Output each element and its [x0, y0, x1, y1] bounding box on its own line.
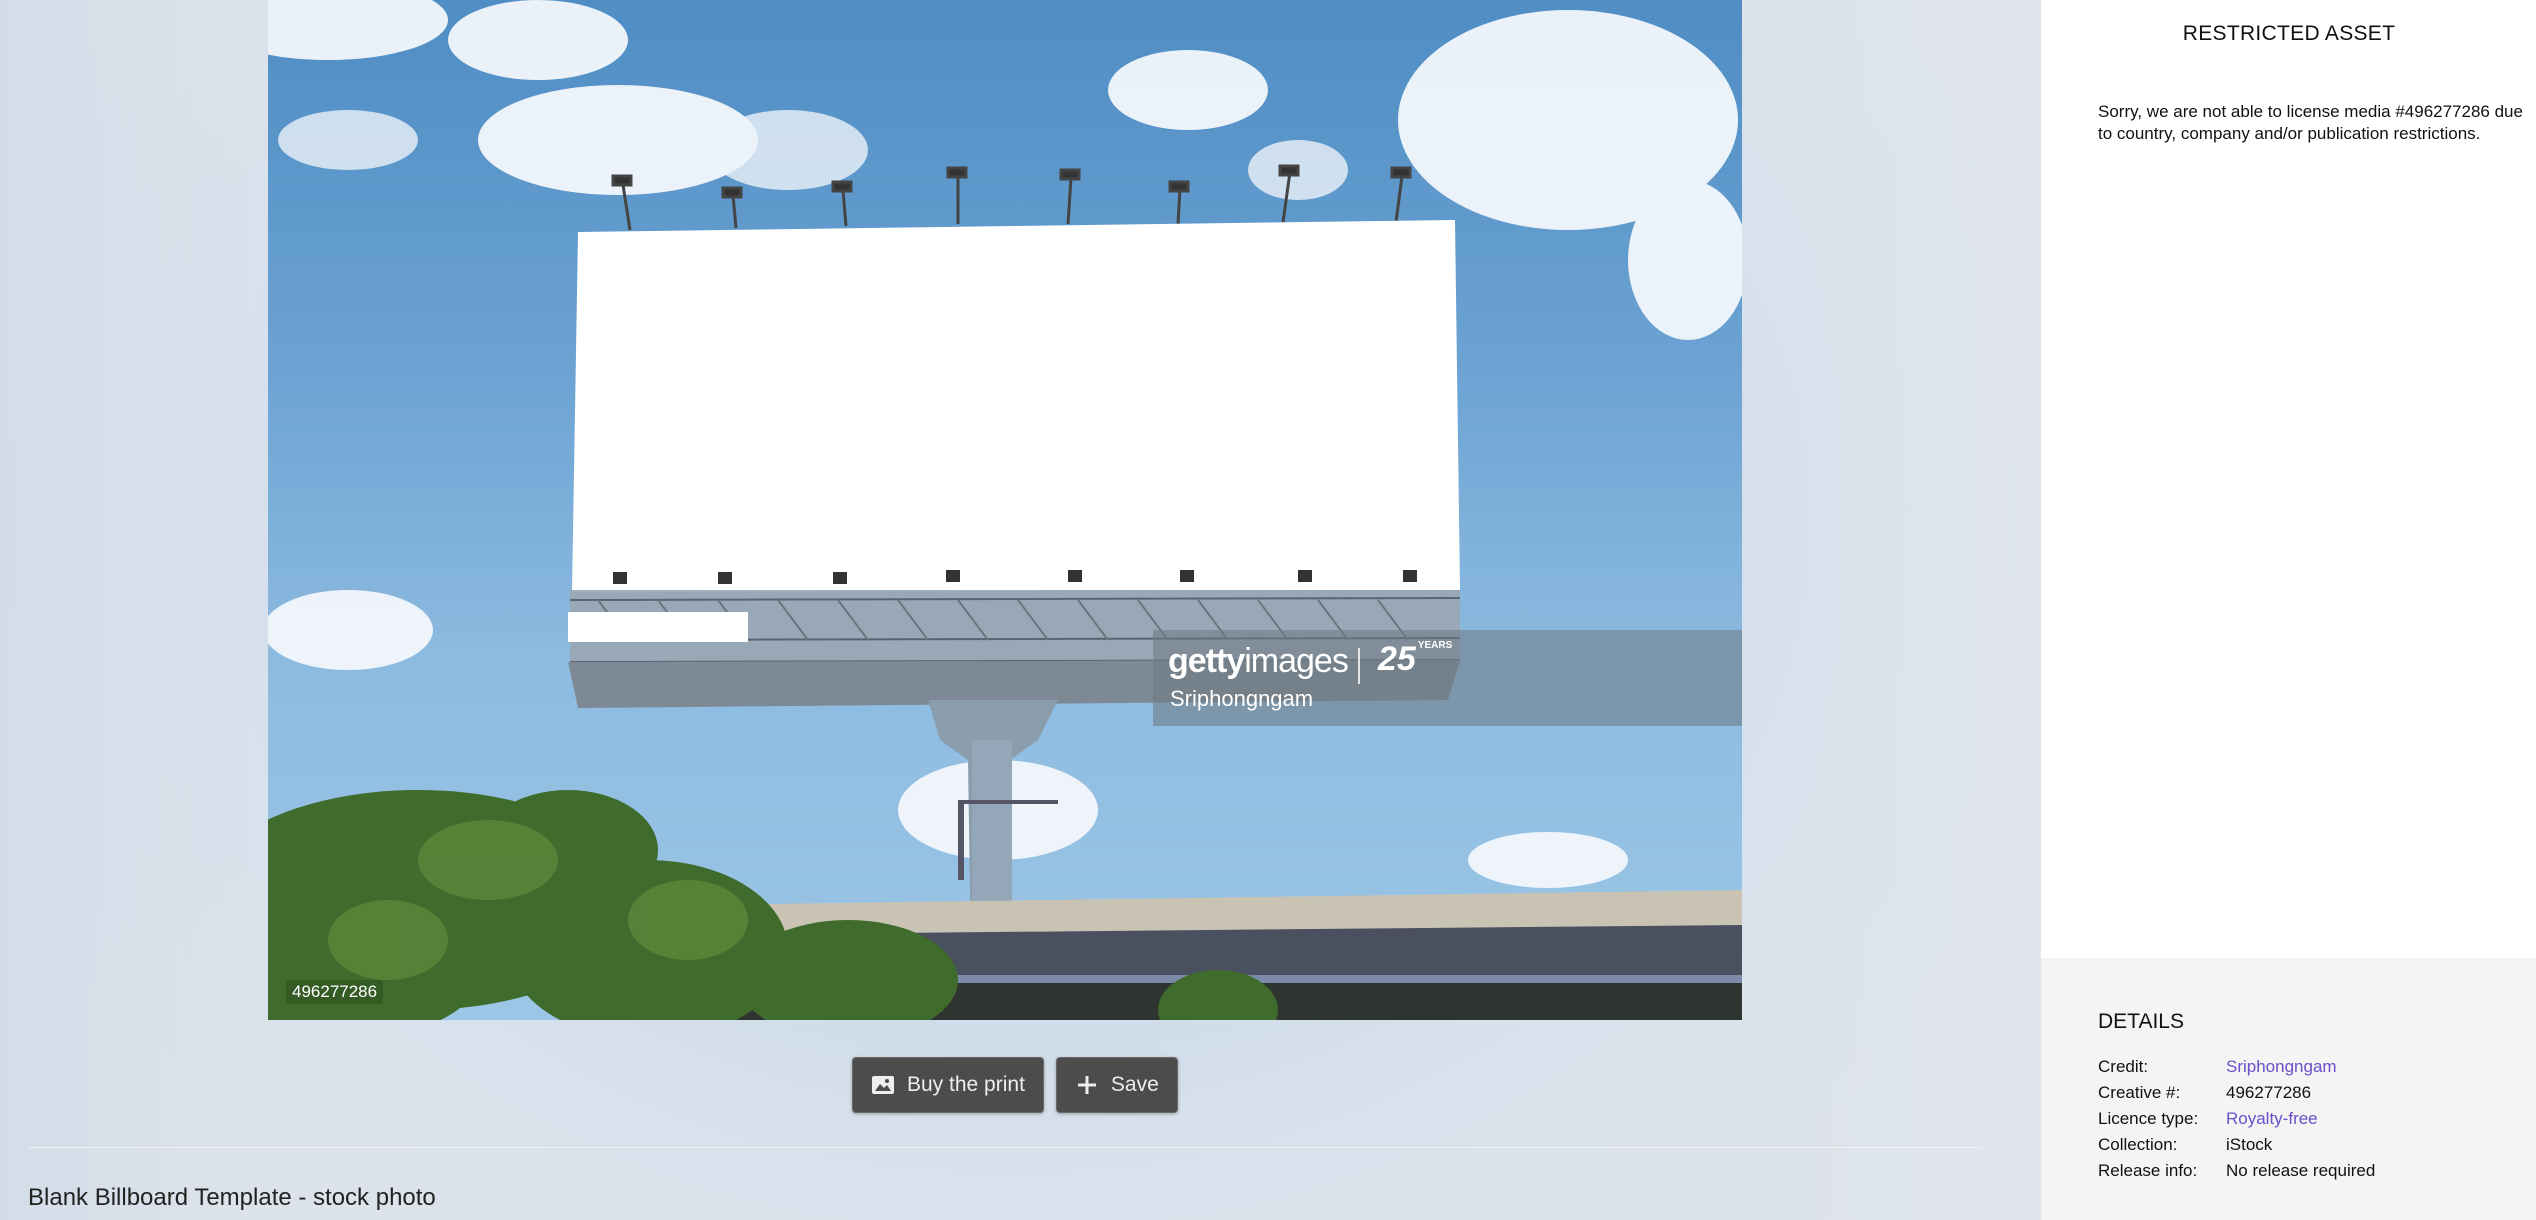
getty-images-logo: gettyimages: [1168, 642, 1349, 680]
anniversary-badge: 25 YEARS: [1378, 640, 1453, 678]
stock-photo[interactable]: gettyimages 25 YEARS Sriphongngam 4962772…: [268, 0, 1742, 1020]
buy-print-button[interactable]: Buy the print: [852, 1057, 1044, 1113]
restriction-message: Sorry, we are not able to license media …: [2098, 102, 2523, 143]
title-divider: [28, 1147, 1982, 1148]
photo-title: Blank Billboard Template - stock photo: [28, 1184, 436, 1211]
asset-id-tag: 496277286: [286, 980, 384, 1004]
creative-number-value: 496277286: [2226, 1083, 2312, 1102]
details-list: Credit: Sriphongngam Creative #: 4962772…: [2098, 1054, 2375, 1184]
plus-icon: [1077, 1076, 1096, 1094]
save-label: Save: [1110, 1073, 1159, 1096]
collection-value: iStock: [2226, 1135, 2273, 1154]
watermark-credit: Sriphongngam: [1170, 686, 1314, 711]
image-icon: [872, 1076, 894, 1094]
detail-label: Release info:: [2098, 1161, 2198, 1180]
details-heading: DETAILS: [2098, 1010, 2184, 1033]
billboard-illustration: [268, 0, 1742, 1020]
detail-row-release-info: Release info: No release required: [2098, 1158, 2375, 1184]
detail-label: Creative #:: [2098, 1083, 2181, 1102]
photo-stage: gettyimages 25 YEARS Sriphongngam 4962772…: [0, 0, 2040, 1220]
photo-actions: Buy the print Save: [852, 1057, 1178, 1113]
licence-type-link[interactable]: Royalty-free: [2226, 1109, 2318, 1129]
detail-label: Licence type:: [2098, 1109, 2199, 1128]
credit-link[interactable]: Sriphongngam: [2226, 1057, 2337, 1077]
detail-label: Credit:: [2098, 1057, 2149, 1076]
detail-row-creative-number: Creative #: 496277286: [2098, 1080, 2375, 1106]
watermark-divider: [1358, 648, 1360, 684]
detail-row-collection: Collection: iStock: [2098, 1132, 2375, 1158]
details-section: DETAILS Credit: Sriphongngam Creative #:…: [2041, 958, 2536, 1220]
save-button[interactable]: Save: [1055, 1057, 1178, 1113]
detail-row-licence-type: Licence type: Royalty-free: [2098, 1106, 2375, 1132]
release-info-value: No release required: [2226, 1161, 2376, 1180]
restricted-asset-heading: RESTRICTED ASSET: [2182, 22, 2396, 45]
buy-print-label: Buy the print: [907, 1073, 1025, 1096]
detail-label: Collection:: [2098, 1135, 2178, 1154]
detail-row-credit: Credit: Sriphongngam: [2098, 1054, 2375, 1080]
asset-side-panel: RESTRICTED ASSET Sorry, we are not able …: [2040, 0, 2536, 1220]
